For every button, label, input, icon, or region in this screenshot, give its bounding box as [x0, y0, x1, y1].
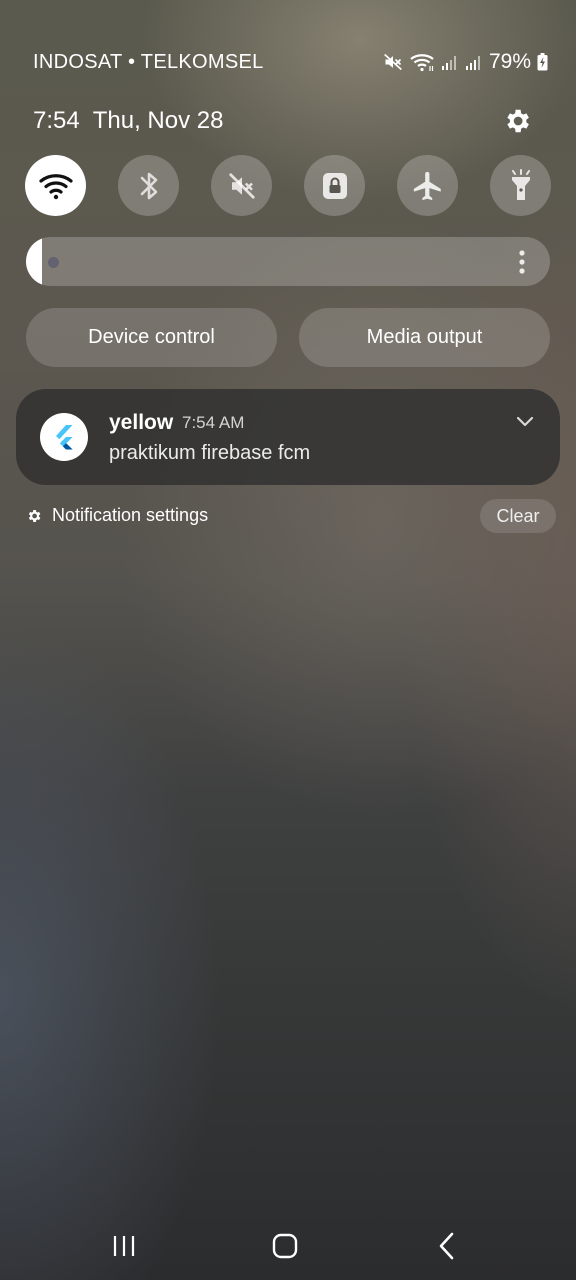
home-icon: [272, 1233, 298, 1259]
airplane-mode-toggle[interactable]: [397, 155, 458, 216]
notification-settings-button[interactable]: Notification settings: [26, 505, 208, 526]
signal-icon-sim1: [441, 56, 456, 70]
notification-card[interactable]: yellow 7:54 AM praktikum firebase fcm: [16, 389, 560, 485]
clear-button[interactable]: Clear: [480, 499, 556, 533]
carrier-label: INDOSAT • TELKOMSEL: [33, 51, 264, 73]
wifi-icon: [410, 54, 434, 72]
bluetooth-toggle[interactable]: [118, 155, 179, 216]
mute-icon: [228, 172, 255, 199]
more-options-icon[interactable]: [515, 249, 529, 275]
media-output-label: Media output: [366, 326, 483, 348]
gear-icon[interactable]: [502, 106, 532, 136]
notification-time: 7:54 AM: [182, 413, 245, 432]
rotation-lock-icon: [322, 172, 347, 199]
device-control-label: Device control: [88, 326, 215, 348]
home-button[interactable]: [265, 1230, 305, 1262]
flashlight-toggle[interactable]: [490, 155, 551, 216]
clock-date-row: 7:54 Thu, Nov 28: [33, 107, 223, 135]
device-control-button[interactable]: Device control: [26, 308, 277, 367]
brightness-fill: [26, 237, 42, 286]
recent-apps-button[interactable]: [104, 1230, 144, 1262]
clear-label: Clear: [496, 505, 540, 526]
gear-icon: [28, 509, 41, 522]
bluetooth-icon: [140, 172, 157, 199]
flutter-logo-icon: [56, 425, 73, 450]
chevron-down-icon[interactable]: [516, 416, 534, 428]
app-avatar: [40, 413, 88, 461]
brightness-slider[interactable]: [26, 237, 550, 286]
status-icons: 79%: [383, 50, 548, 74]
battery-charging-icon: [537, 53, 548, 71]
navigation-bar: [0, 1212, 576, 1280]
quick-toggles: [25, 155, 551, 217]
clock-time: 7:54: [33, 107, 80, 134]
signal-icon-sim2: [465, 56, 480, 70]
notification-body: praktikum firebase fcm: [109, 442, 311, 464]
wifi-toggle[interactable]: [25, 155, 86, 216]
flashlight-icon: [511, 168, 530, 200]
back-icon: [439, 1232, 454, 1260]
clock-date: Thu, Nov 28: [92, 107, 224, 134]
media-output-button[interactable]: Media output: [299, 308, 550, 367]
airplane-icon: [413, 171, 441, 200]
battery-percent: 79%: [488, 50, 531, 73]
back-button[interactable]: [427, 1230, 467, 1262]
brightness-indicator: [48, 257, 59, 268]
mute-icon: [384, 53, 402, 71]
recent-apps-icon: [113, 1236, 135, 1256]
rotation-lock-toggle[interactable]: [304, 155, 365, 216]
notification-app-name: yellow: [109, 411, 174, 434]
wifi-icon: [38, 173, 73, 199]
sound-toggle[interactable]: [211, 155, 272, 216]
status-bar: INDOSAT • TELKOMSEL 79%: [0, 0, 576, 120]
notification-settings-label: Notification settings: [52, 505, 209, 525]
